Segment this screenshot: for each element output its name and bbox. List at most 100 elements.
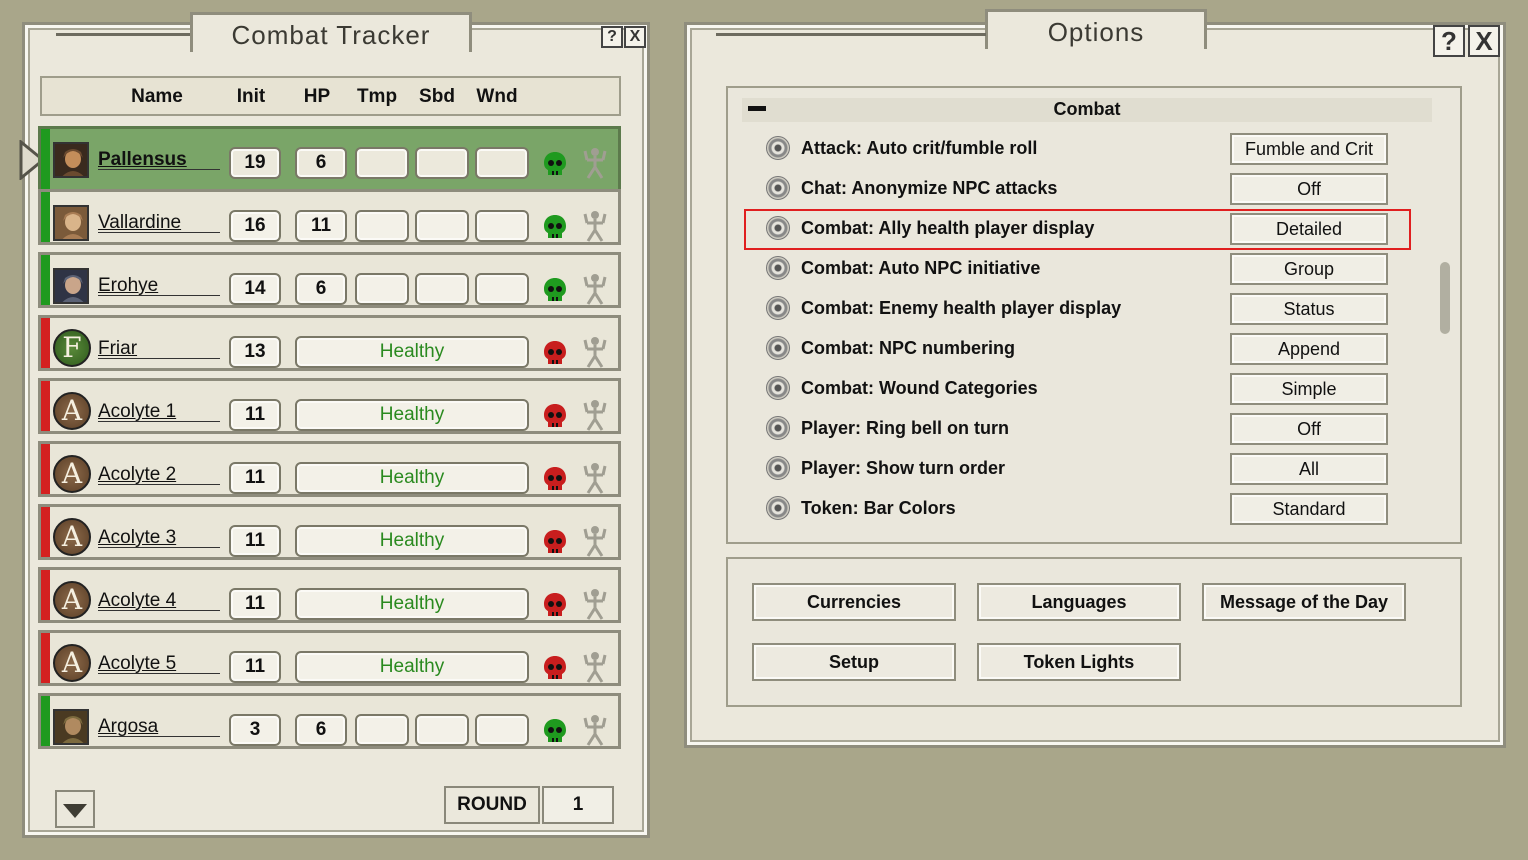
gear-icon[interactable] [766, 296, 790, 320]
ct-row-friar[interactable]: F Friar 13 Healthy [38, 315, 621, 371]
skull-icon[interactable] [543, 529, 567, 555]
options-group-header[interactable]: Combat [742, 98, 1432, 122]
wnd-field[interactable] [475, 714, 529, 746]
languages-button[interactable]: Languages [977, 583, 1181, 621]
combatant-name[interactable]: Erohye [98, 276, 220, 296]
collapse-minus-icon[interactable] [748, 106, 766, 111]
ct-row-vallardine[interactable]: Vallardine 16 11 [38, 189, 621, 245]
combatant-name[interactable]: Friar [98, 339, 220, 359]
sbd-field[interactable] [415, 210, 469, 242]
combatant-name[interactable]: Pallensus [98, 150, 220, 170]
option-value-button[interactable]: Group [1230, 253, 1388, 285]
gear-icon[interactable] [766, 256, 790, 280]
skull-icon[interactable] [543, 340, 567, 366]
currencies-button[interactable]: Currencies [752, 583, 956, 621]
gear-icon[interactable] [766, 416, 790, 440]
portrait-avatar[interactable] [53, 268, 89, 304]
token-letter-icon[interactable]: A [53, 392, 91, 430]
options-close-button[interactable]: X [1468, 25, 1500, 57]
target-figure-icon[interactable] [583, 210, 607, 242]
hp-field[interactable]: 6 [295, 273, 347, 305]
skull-icon[interactable] [543, 403, 567, 429]
target-figure-icon[interactable] [583, 525, 607, 557]
tmp-field[interactable] [355, 210, 409, 242]
skull-icon[interactable] [543, 592, 567, 618]
option-value-button[interactable]: Standard [1230, 493, 1388, 525]
target-figure-icon[interactable] [583, 588, 607, 620]
portrait-avatar[interactable] [53, 205, 89, 241]
skull-icon[interactable] [543, 655, 567, 681]
option-value-button[interactable]: Append [1230, 333, 1388, 365]
skull-icon[interactable] [543, 214, 567, 240]
wnd-field[interactable] [475, 273, 529, 305]
init-field[interactable]: 11 [229, 462, 281, 494]
tmp-field[interactable] [355, 714, 409, 746]
tmp-field[interactable] [355, 147, 409, 179]
ct-close-button[interactable]: X [624, 26, 646, 48]
skull-icon[interactable] [543, 277, 567, 303]
token-letter-icon[interactable]: A [53, 644, 91, 682]
combatant-name[interactable]: Acolyte 5 [98, 654, 220, 674]
option-value-button[interactable]: Status [1230, 293, 1388, 325]
option-value-button[interactable]: Off [1230, 173, 1388, 205]
combatant-name[interactable]: Vallardine [98, 213, 220, 233]
ct-row-erohye[interactable]: Erohye 14 6 [38, 252, 621, 308]
ct-row-acolyte-4[interactable]: A Acolyte 4 11 Healthy [38, 567, 621, 623]
init-field[interactable]: 11 [229, 399, 281, 431]
token-letter-icon[interactable]: F [53, 329, 91, 367]
init-field[interactable]: 16 [229, 210, 281, 242]
skull-icon[interactable] [543, 718, 567, 744]
tmp-field[interactable] [355, 273, 409, 305]
gear-icon[interactable] [766, 376, 790, 400]
hp-field[interactable]: 6 [295, 147, 347, 179]
target-figure-icon[interactable] [583, 399, 607, 431]
ct-help-button[interactable]: ? [601, 26, 623, 48]
init-field[interactable]: 11 [229, 651, 281, 683]
ct-menu-toggle-button[interactable] [55, 790, 95, 828]
combatant-name[interactable]: Argosa [98, 717, 220, 737]
portrait-avatar[interactable] [53, 709, 89, 745]
gear-icon[interactable] [766, 496, 790, 520]
target-figure-icon[interactable] [583, 336, 607, 368]
gear-icon[interactable] [766, 136, 790, 160]
options-title-tab[interactable]: Options [985, 9, 1207, 49]
target-figure-icon[interactable] [583, 462, 607, 494]
token-letter-icon[interactable]: A [53, 581, 91, 619]
token-letter-icon[interactable]: A [53, 518, 91, 556]
sbd-field[interactable] [415, 147, 469, 179]
target-figure-icon[interactable] [583, 273, 607, 305]
target-figure-icon[interactable] [583, 651, 607, 683]
combatant-name[interactable]: Acolyte 3 [98, 528, 220, 548]
ct-row-acolyte-2[interactable]: A Acolyte 2 11 Healthy [38, 441, 621, 497]
skull-icon[interactable] [543, 151, 567, 177]
init-field[interactable]: 11 [229, 525, 281, 557]
portrait-avatar[interactable] [53, 142, 89, 178]
ct-row-acolyte-5[interactable]: A Acolyte 5 11 Healthy [38, 630, 621, 686]
options-scrollbar[interactable] [1440, 262, 1450, 334]
combatant-name[interactable]: Acolyte 1 [98, 402, 220, 422]
target-figure-icon[interactable] [583, 714, 607, 746]
sbd-field[interactable] [415, 714, 469, 746]
token-lights-button[interactable]: Token Lights [977, 643, 1181, 681]
ct-row-acolyte-1[interactable]: A Acolyte 1 11 Healthy [38, 378, 621, 434]
init-field[interactable]: 14 [229, 273, 281, 305]
option-value-button[interactable]: All [1230, 453, 1388, 485]
ct-row-argosa[interactable]: Argosa 3 6 [38, 693, 621, 749]
hp-field[interactable]: 6 [295, 714, 347, 746]
wnd-field[interactable] [475, 210, 529, 242]
init-field[interactable]: 19 [229, 147, 281, 179]
combatant-name[interactable]: Acolyte 2 [98, 465, 220, 485]
option-value-button[interactable]: Off [1230, 413, 1388, 445]
ct-row-acolyte-3[interactable]: A Acolyte 3 11 Healthy [38, 504, 621, 560]
gear-icon[interactable] [766, 336, 790, 360]
init-field[interactable]: 3 [229, 714, 281, 746]
ct-row-pallensus[interactable]: Pallensus 19 6 [38, 126, 621, 194]
sbd-field[interactable] [415, 273, 469, 305]
round-label[interactable]: ROUND [444, 786, 540, 824]
setup-button[interactable]: Setup [752, 643, 956, 681]
target-figure-icon[interactable] [583, 147, 607, 179]
hp-field[interactable]: 11 [295, 210, 347, 242]
token-letter-icon[interactable]: A [53, 455, 91, 493]
init-field[interactable]: 13 [229, 336, 281, 368]
combatant-name[interactable]: Acolyte 4 [98, 591, 220, 611]
